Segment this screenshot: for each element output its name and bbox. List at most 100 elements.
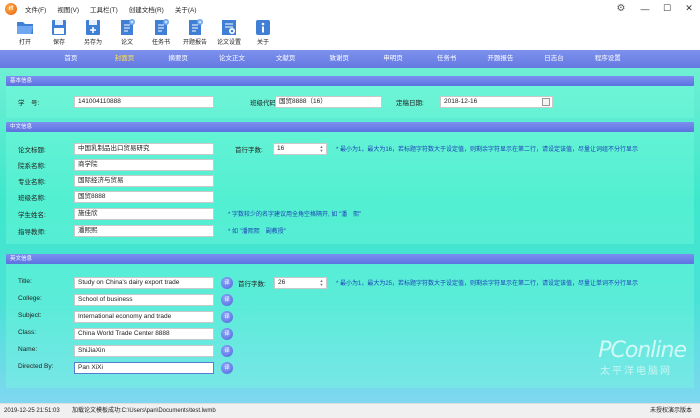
tab-references[interactable]: 文献页 [259, 50, 313, 68]
menu-bar: 文件(F) 视图(V) 工具栏(T) 创建文档(R) 关于(A) [25, 4, 208, 14]
zh-first-line-hint: * 最小为1，最大为16，若标题字符数大于设定值，则剩余字符显示在第二行，请设定… [336, 147, 639, 153]
class-code-field[interactable]: 国贸8888（16） [275, 96, 382, 108]
zh-advisor-hint: * 如 "潘熙熙 副教授" [228, 229, 286, 235]
en-first-line-stepper[interactable]: 26 ▲ ▼ [274, 277, 327, 289]
tab-body[interactable]: 论文正文 [205, 50, 259, 68]
nav-bar: 首页 封面页 摘要页 论文正文 文献页 致谢页 申明页 任务书 开题报告 日志台… [0, 50, 700, 68]
en-title-label: Title: [18, 278, 32, 285]
paper-settings-button[interactable]: 论文设置 [212, 17, 246, 49]
english-info-header: 英文信息 [6, 254, 694, 264]
zh-class-label: 班级名称: [18, 195, 46, 202]
add-taskbook-icon [155, 19, 169, 35]
tab-log[interactable]: 日志台 [527, 50, 581, 68]
add-paper-button[interactable]: 论文 [110, 17, 144, 49]
content-area: 基本信息 学 号: 141004110888 班级代码: 国贸8888（16） … [0, 68, 700, 403]
class-code-label: 班级代码: [250, 100, 278, 107]
zh-title-label: 论文标题: [18, 147, 46, 154]
zh-advisor-field[interactable]: 潘熙熙 [74, 225, 214, 237]
translate-title-button[interactable]: 译 [221, 277, 233, 289]
due-date-label: 定稿日期: [396, 100, 424, 107]
en-class-label: Class: [18, 329, 37, 336]
zh-title-field[interactable]: 中国乳制品出口贸易研究 [74, 143, 214, 155]
tab-home[interactable]: 首页 [44, 50, 98, 68]
zh-first-line-value: 16 [277, 145, 285, 152]
save-as-icon [86, 20, 100, 35]
close-button[interactable]: ✕ [678, 3, 700, 14]
tab-proposal[interactable]: 开题报告 [474, 50, 528, 68]
add-proposal-button[interactable]: 开题报告 [178, 17, 212, 49]
zh-class-field[interactable]: 国贸8888 [74, 191, 214, 203]
menu-about[interactable]: 关于(A) [175, 4, 197, 14]
tab-abstract[interactable]: 摘要页 [151, 50, 205, 68]
zh-first-line-stepper[interactable]: 16 ▲ ▼ [273, 143, 327, 155]
save-icon [52, 20, 66, 35]
status-bar: 2019-12-25 21:51:03 加载论文模板成功:C:\Users\pa… [0, 403, 700, 418]
menu-toolbar[interactable]: 工具栏(T) [90, 4, 118, 14]
watermark-subtitle: 太平洋电脑网 [600, 366, 672, 377]
translate-directed-button[interactable]: 译 [221, 362, 233, 374]
en-first-line-value: 26 [278, 279, 286, 286]
zh-advisor-label: 指导教师: [18, 229, 46, 236]
add-taskbook-button[interactable]: 任务书 [144, 17, 178, 49]
zh-college-label: 院系名称: [18, 163, 46, 170]
en-first-line-hint: * 最小为1，最大为25，若标题字符数大于设定值，则剩余字符显示在第二行，请设定… [336, 281, 639, 287]
save-button[interactable]: 保存 [42, 17, 76, 49]
menu-view[interactable]: 视图(V) [57, 4, 79, 14]
settings-doc-icon [222, 20, 236, 35]
folder-open-icon [17, 22, 33, 34]
en-directed-field[interactable]: Pan XiXi [74, 362, 214, 374]
en-college-label: College: [18, 295, 42, 302]
translate-class-button[interactable]: 译 [221, 328, 233, 340]
translate-name-button[interactable]: 译 [221, 345, 233, 357]
add-proposal-icon [189, 19, 203, 35]
menu-file[interactable]: 文件(F) [25, 4, 46, 14]
minimize-button[interactable]: — [634, 4, 656, 14]
tab-declaration[interactable]: 申明页 [366, 50, 420, 68]
maximize-button[interactable]: ☐ [656, 3, 678, 14]
zh-student-field[interactable]: 施佳欣 [74, 208, 214, 220]
basic-info-section: 学 号: 141004110888 班级代码: 国贸8888（16） 定稿日期:… [6, 86, 694, 118]
translate-college-button[interactable]: 译 [221, 294, 233, 306]
en-subject-field[interactable]: International economy and trade [74, 311, 214, 323]
basic-info-header: 基本信息 [6, 76, 694, 86]
en-class-field[interactable]: China World Trade Center 8888 [74, 328, 214, 340]
license-status: 未授权演示版本 [649, 408, 692, 414]
watermark-logo: PConline [598, 338, 687, 363]
add-paper-icon [121, 19, 135, 35]
en-name-field[interactable]: ShiJiaXin [74, 345, 214, 357]
chinese-info-header: 中文信息 [6, 122, 694, 132]
save-as-button[interactable]: 另存为 [76, 17, 110, 49]
en-first-line-label: 首行字数: [238, 281, 266, 288]
student-no-label: 学 号: [18, 100, 40, 107]
status-timestamp: 2019-12-25 21:51:03 [4, 408, 60, 414]
en-subject-label: Subject: [18, 312, 42, 319]
about-button[interactable]: 关于 [246, 17, 280, 49]
window-controls: ⚙ — ☐ ✕ [608, 0, 700, 17]
zh-major-field[interactable]: 国际经济与贸易 [74, 175, 214, 187]
zh-major-label: 专业名称: [18, 179, 46, 186]
title-bar: rf 文件(F) 视图(V) 工具栏(T) 创建文档(R) 关于(A) ⚙ — … [0, 0, 700, 17]
translate-subject-button[interactable]: 译 [221, 311, 233, 323]
en-title-field[interactable]: Study on China's dairy export trade [74, 277, 214, 289]
status-message: 加载论文模板成功:C:\Users\pan\Documents\test.lwm… [72, 408, 216, 414]
zh-college-field[interactable]: 商学院 [74, 159, 214, 171]
tab-acknowledgement[interactable]: 致谢页 [312, 50, 366, 68]
info-icon [256, 20, 270, 35]
zh-student-hint: * 字数较少的名字建议用全角空格隔开, 如 "潘 熙" [228, 212, 362, 218]
gear-icon[interactable]: ⚙ [608, 3, 634, 14]
student-no-field[interactable]: 141004110888 [74, 96, 214, 108]
stepper-arrows[interactable]: ▲ ▼ [318, 145, 325, 153]
tab-taskbook[interactable]: 任务书 [420, 50, 474, 68]
due-date-field[interactable]: 2018-12-16 [440, 96, 553, 108]
english-info-section: Title: Study on China's dairy export tra… [6, 264, 694, 388]
tab-settings[interactable]: 程序设置 [581, 50, 635, 68]
menu-create-document[interactable]: 创建文档(R) [129, 4, 164, 14]
stepper-arrows[interactable]: ▲ ▼ [318, 279, 325, 287]
calendar-icon[interactable] [542, 98, 550, 106]
tab-cover[interactable]: 封面页 [98, 50, 152, 68]
app-logo: rf [5, 2, 17, 15]
zh-first-line-label: 首行字数: [235, 147, 263, 154]
en-college-field[interactable]: School of business [74, 294, 214, 306]
due-date-value: 2018-12-16 [444, 98, 478, 105]
open-button[interactable]: 打开 [8, 17, 42, 49]
